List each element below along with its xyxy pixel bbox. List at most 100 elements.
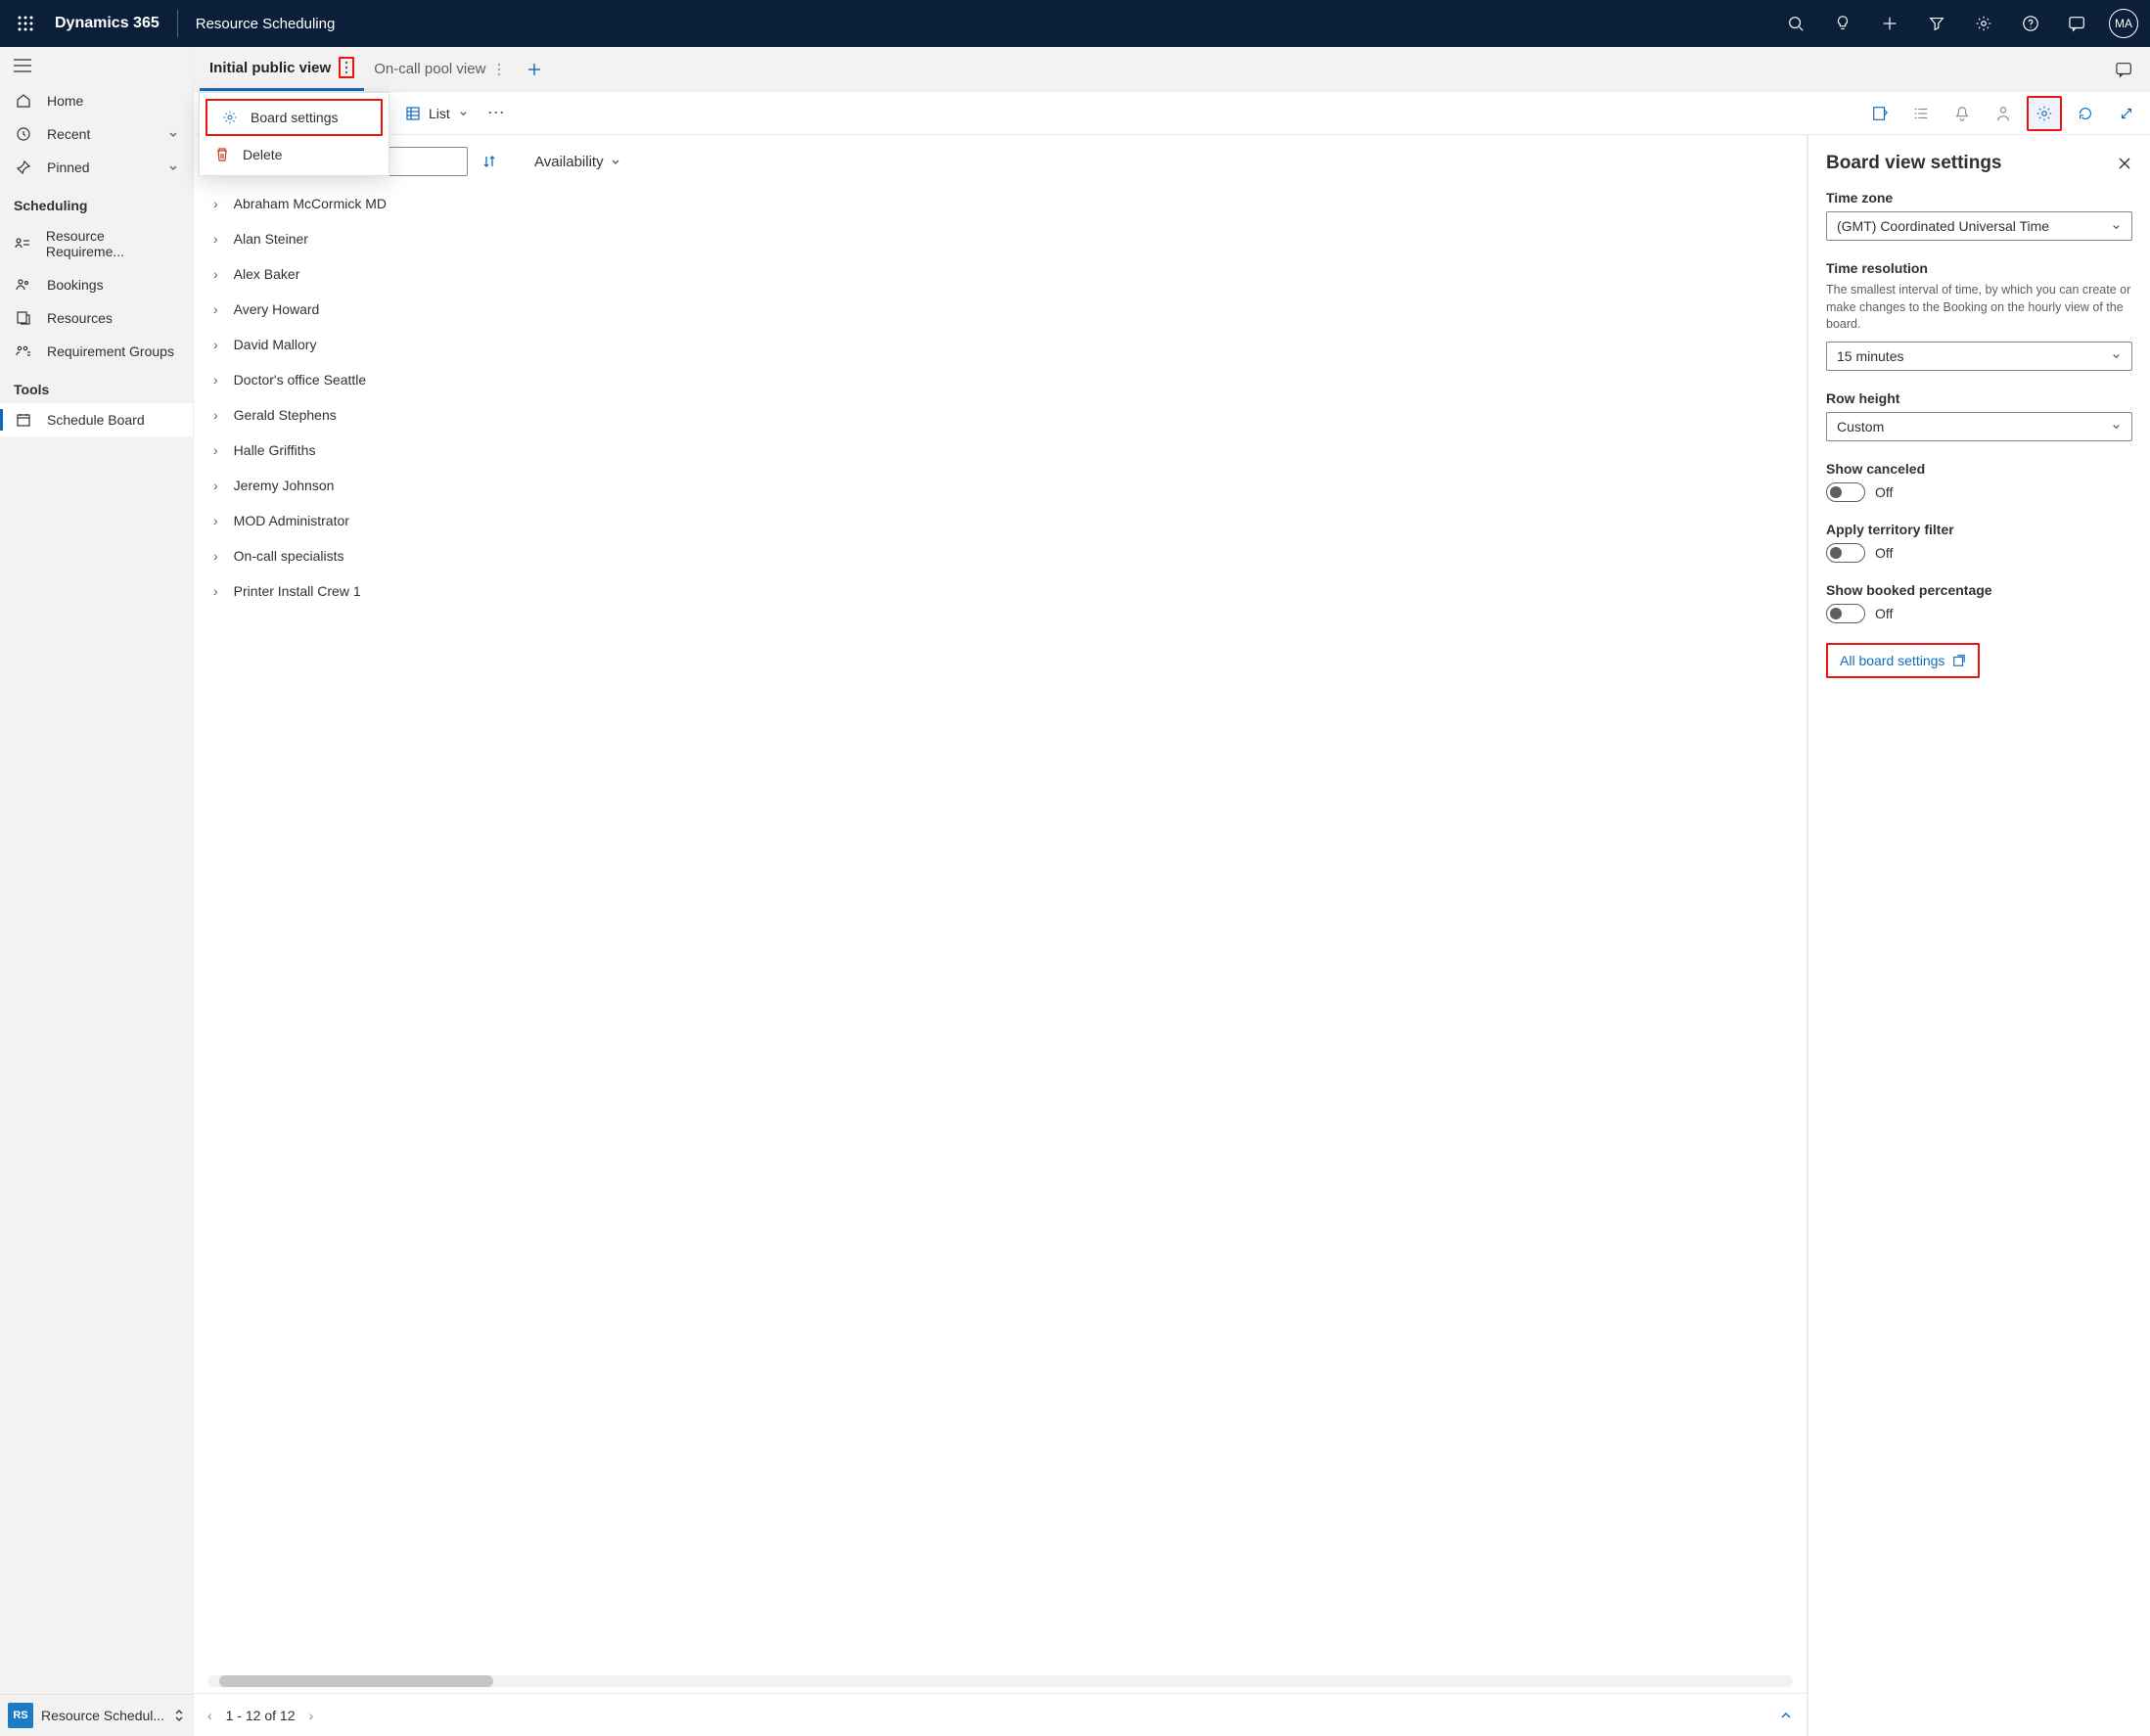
link-label: All board settings [1840, 653, 1944, 668]
resource-row[interactable]: ›Avery Howard [194, 292, 1807, 327]
show-canceled-toggle[interactable] [1826, 482, 1865, 502]
tab-on-call-pool-view[interactable]: On-call pool view [364, 47, 515, 91]
chevron-down-icon [2111, 350, 2122, 361]
resource-row[interactable]: ›Halle Griffiths [194, 433, 1807, 468]
resource-row[interactable]: › Gerald Stephens [194, 397, 1807, 433]
menu-label: Delete [243, 147, 282, 162]
open-icon [1952, 654, 1966, 667]
chevron-down-icon [2111, 221, 2122, 232]
nav-pinned[interactable]: Pinned [0, 151, 193, 184]
nav-label: Bookings [47, 277, 104, 293]
chevron-down-icon [610, 156, 621, 167]
booked-percentage-toggle[interactable] [1826, 604, 1865, 623]
toggle-state: Off [1875, 545, 1893, 561]
field-label: Time resolution [1826, 260, 2132, 276]
resources-icon [14, 310, 33, 326]
collapse-panel-icon[interactable] [1779, 1709, 1793, 1722]
select-value: (GMT) Coordinated Universal Time [1837, 218, 2049, 234]
resource-row[interactable]: ›Jeremy Johnson [194, 468, 1807, 503]
table-icon [405, 106, 421, 121]
nav-resources[interactable]: Resources [0, 301, 193, 335]
chevron-right-icon: › [213, 266, 218, 282]
nav-home[interactable]: Home [0, 84, 193, 117]
resource-row[interactable]: ›Alan Steiner [194, 221, 1807, 256]
add-tab-button[interactable] [515, 62, 554, 77]
filter-icon[interactable] [1915, 0, 1958, 47]
assistant-panel-icon[interactable] [2105, 50, 2144, 89]
refresh-icon[interactable] [2068, 96, 2103, 131]
field-label: Apply territory filter [1826, 522, 2132, 537]
resource-row[interactable]: ›Abraham McCormick MD [194, 186, 1807, 221]
user-avatar[interactable]: MA [2109, 9, 2138, 38]
board-tabs: Initial public view On-call pool view [194, 47, 2150, 92]
app-launcher-button[interactable] [12, 10, 39, 37]
row-height-select[interactable]: Custom [1826, 412, 2132, 441]
resource-row[interactable]: ›Doctor's office Seattle [194, 362, 1807, 397]
all-board-settings-link[interactable]: All board settings [1826, 643, 1980, 678]
time-zone-select[interactable]: (GMT) Coordinated Universal Time [1826, 211, 2132, 241]
notifications-icon[interactable] [1944, 96, 1980, 131]
resource-row[interactable]: ›MOD Administrator [194, 503, 1807, 538]
nav-toggle-button[interactable] [0, 47, 193, 84]
nav-resource-requirements[interactable]: Resource Requireme... [0, 219, 193, 268]
resource-name: Gerald Stephens [234, 407, 337, 423]
prev-page-button[interactable]: ‹ [207, 1708, 212, 1723]
view-mode-list[interactable]: List [395, 100, 479, 127]
next-page-button[interactable]: › [309, 1708, 314, 1723]
gear-icon [221, 110, 239, 125]
select-value: Custom [1837, 419, 1884, 434]
nav-label: Pinned [47, 160, 90, 175]
legend-icon[interactable] [1903, 96, 1939, 131]
add-icon[interactable] [1868, 0, 1911, 47]
menu-delete[interactable]: Delete [200, 138, 389, 171]
field-label: Show booked percentage [1826, 582, 2132, 598]
tab-kebab-icon[interactable] [339, 57, 354, 78]
brand-label[interactable]: Dynamics 365 [55, 15, 160, 32]
search-icon[interactable] [1774, 0, 1817, 47]
nav-recent[interactable]: Recent [0, 117, 193, 151]
toggle-state: Off [1875, 606, 1893, 621]
settings-icon[interactable] [1962, 0, 2005, 47]
field-label: Show canceled [1826, 461, 2132, 477]
territory-filter-toggle[interactable] [1826, 543, 1865, 563]
resource-list-pane: ources Availability ›Abraham McCormick M… [194, 135, 1807, 1736]
resource-name: Doctor's office Seattle [234, 372, 366, 388]
time-resolution-select[interactable]: 15 minutes [1826, 342, 2132, 371]
nav-requirement-groups[interactable]: Requirement Groups [0, 335, 193, 368]
resource-row[interactable]: ›Alex Baker [194, 256, 1807, 292]
help-icon[interactable] [2009, 0, 2052, 47]
availability-filter[interactable]: Availability [534, 154, 621, 170]
more-commands-icon[interactable]: ⋯ [479, 96, 514, 131]
tab-initial-public-view[interactable]: Initial public view [200, 47, 364, 91]
header-actions: MA [1774, 0, 2138, 47]
chevron-right-icon: › [213, 407, 218, 423]
chevron-down-icon [167, 128, 179, 140]
horizontal-scrollbar[interactable] [207, 1675, 1793, 1687]
resource-name: MOD Administrator [234, 513, 349, 528]
resource-row[interactable]: ›David Mallory [194, 327, 1807, 362]
book-icon[interactable] [1862, 96, 1898, 131]
nav-bookings[interactable]: Bookings [0, 268, 193, 301]
menu-label: Board settings [251, 110, 339, 125]
menu-board-settings[interactable]: Board settings [206, 99, 383, 136]
board-settings-gear-icon[interactable] [2027, 96, 2062, 131]
resource-row[interactable]: ›On-call specialists [194, 538, 1807, 573]
field-booked-percentage: Show booked percentage Off [1826, 582, 2132, 623]
chevron-down-icon [167, 161, 179, 173]
clock-icon [14, 126, 33, 142]
assistant-icon[interactable] [2056, 0, 2099, 47]
resource-row[interactable]: ›Printer Install Crew 1 [194, 573, 1807, 609]
expand-icon[interactable] [2109, 96, 2144, 131]
person-icon[interactable] [1986, 96, 2021, 131]
sort-icon[interactable] [481, 154, 497, 169]
tab-kebab-icon[interactable] [493, 61, 505, 78]
nav-schedule-board[interactable]: Schedule Board [0, 403, 193, 436]
field-description: The smallest interval of time, by which … [1826, 282, 2132, 334]
app-name-label: Resource Scheduling [196, 16, 336, 32]
availability-label: Availability [534, 154, 604, 170]
close-panel-button[interactable] [2117, 156, 2132, 171]
lightbulb-icon[interactable] [1821, 0, 1864, 47]
pager-bar: ‹ 1 - 12 of 12 › [194, 1693, 1807, 1736]
area-switcher[interactable]: RS Resource Schedul... [0, 1694, 193, 1736]
view-mode-label: List [429, 106, 450, 121]
